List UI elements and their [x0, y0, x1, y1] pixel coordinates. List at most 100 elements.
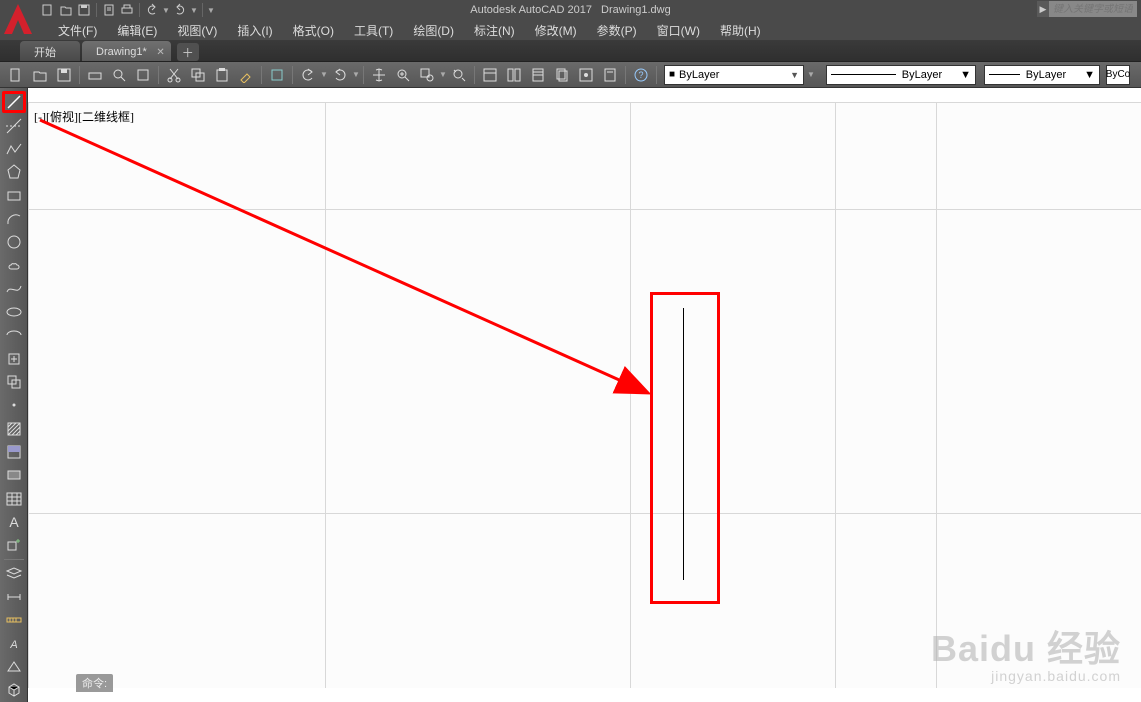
linetype-sample-icon: [831, 74, 896, 75]
draw-toolbar: A A: [0, 88, 28, 702]
layer-manager-tool[interactable]: [2, 563, 26, 584]
match-prop-icon[interactable]: [235, 65, 257, 85]
viewport-label[interactable]: [-][俯视][二维线框]: [34, 108, 134, 125]
pan-icon[interactable]: [368, 65, 390, 85]
ellipse-arc-tool[interactable]: [2, 325, 26, 346]
chevron-down-icon: ▼: [960, 69, 971, 81]
region-tool[interactable]: [2, 465, 26, 486]
menu-window[interactable]: 窗口(W): [647, 20, 710, 41]
spline-tool[interactable]: [2, 278, 26, 299]
undo-icon[interactable]: [297, 65, 319, 85]
redo-dropdown[interactable]: ▼: [190, 6, 198, 15]
measure-tool[interactable]: [2, 610, 26, 631]
layer-color-select[interactable]: ■ ByLayer ▼: [664, 65, 804, 85]
revision-cloud-tool[interactable]: [2, 255, 26, 276]
redo-icon[interactable]: [172, 2, 188, 18]
undo-dropdown[interactable]: ▼: [320, 70, 328, 79]
line-tool[interactable]: [2, 91, 26, 113]
hatch-tool[interactable]: [2, 418, 26, 439]
undo-icon[interactable]: [144, 2, 160, 18]
lineweight-select[interactable]: ByLayer ▼: [984, 65, 1100, 85]
paste-icon[interactable]: [211, 65, 233, 85]
ellipse-tool[interactable]: [2, 302, 26, 323]
plot-icon[interactable]: [84, 65, 106, 85]
insert-block-tool[interactable]: [2, 348, 26, 369]
close-icon[interactable]: ✕: [156, 47, 164, 58]
grid-line: [28, 513, 1141, 514]
copy-icon[interactable]: [187, 65, 209, 85]
color-select-short[interactable]: ByCo: [1106, 65, 1130, 85]
gradient-tool[interactable]: [2, 441, 26, 462]
tab-start[interactable]: 开始: [20, 41, 80, 61]
search-arrow-icon[interactable]: ▶: [1037, 1, 1049, 17]
drawing-canvas[interactable]: [-][俯视][二维线框]: [28, 102, 1141, 688]
drawn-line-object[interactable]: [683, 308, 684, 580]
lineweight-value: ByLayer: [1026, 69, 1066, 81]
dimension-tool[interactable]: [2, 586, 26, 607]
wipeout-tool[interactable]: [2, 656, 26, 677]
mtext-tool[interactable]: A: [2, 511, 26, 532]
menu-draw[interactable]: 绘图(D): [403, 20, 464, 41]
open-icon[interactable]: [58, 2, 74, 18]
menu-format[interactable]: 格式(O): [283, 20, 344, 41]
cut-icon[interactable]: [163, 65, 185, 85]
menu-view[interactable]: 视图(V): [167, 20, 227, 41]
menu-bar: 文件(F) 编辑(E) 视图(V) 插入(I) 格式(O) 工具(T) 绘图(D…: [0, 20, 1141, 40]
plot-icon[interactable]: [119, 2, 135, 18]
zoom-dropdown[interactable]: ▼: [439, 70, 447, 79]
menu-file[interactable]: 文件(F): [48, 20, 107, 41]
text-style-tool[interactable]: A: [2, 633, 26, 654]
help-icon[interactable]: ?: [630, 65, 652, 85]
polyline-tool[interactable]: [2, 138, 26, 159]
zoom-window-icon[interactable]: [416, 65, 438, 85]
menu-tools[interactable]: 工具(T): [344, 20, 403, 41]
preview-icon[interactable]: [108, 65, 130, 85]
make-block-tool[interactable]: [2, 371, 26, 392]
linetype-select[interactable]: ByLayer ▼: [826, 65, 976, 85]
block-editor-icon[interactable]: [266, 65, 288, 85]
search-box[interactable]: ▶: [1037, 1, 1137, 17]
new-sheetset-icon[interactable]: [101, 2, 117, 18]
app-logo[interactable]: [0, 0, 36, 38]
new-icon[interactable]: [5, 65, 27, 85]
command-line-area[interactable]: 命令:: [76, 674, 113, 702]
rectangle-tool[interactable]: [2, 185, 26, 206]
markup-icon[interactable]: [575, 65, 597, 85]
point-tool[interactable]: [2, 395, 26, 416]
table-tool[interactable]: [2, 488, 26, 509]
design-center-icon[interactable]: [503, 65, 525, 85]
save-icon[interactable]: [76, 2, 92, 18]
3d-tool[interactable]: [2, 680, 26, 701]
add-selected-tool[interactable]: [2, 535, 26, 556]
zoom-realtime-icon[interactable]: [392, 65, 414, 85]
redo-icon[interactable]: [329, 65, 351, 85]
quickcalc-icon[interactable]: [599, 65, 621, 85]
properties-icon[interactable]: [479, 65, 501, 85]
undo-dropdown[interactable]: ▼: [162, 6, 170, 15]
separator: [4, 559, 24, 560]
menu-edit[interactable]: 编辑(E): [107, 20, 167, 41]
tab-drawing1[interactable]: Drawing1* ✕: [82, 41, 171, 61]
redo-dropdown[interactable]: ▼: [352, 70, 360, 79]
menu-insert[interactable]: 插入(I): [227, 20, 282, 41]
construction-line-tool[interactable]: [2, 115, 26, 136]
save-icon[interactable]: [53, 65, 75, 85]
menu-modify[interactable]: 修改(M): [525, 20, 587, 41]
polygon-tool[interactable]: [2, 162, 26, 183]
open-icon[interactable]: [29, 65, 51, 85]
zoom-previous-icon[interactable]: [448, 65, 470, 85]
layer-dropdown-extra[interactable]: ▼: [804, 70, 818, 79]
sheetset-icon[interactable]: [551, 65, 573, 85]
new-icon[interactable]: [40, 2, 56, 18]
menu-param[interactable]: 参数(P): [587, 20, 647, 41]
menu-dimension[interactable]: 标注(N): [464, 20, 525, 41]
search-input[interactable]: [1049, 1, 1137, 17]
new-tab-button[interactable]: ＋: [177, 43, 199, 61]
circle-tool[interactable]: [2, 232, 26, 253]
separator: [474, 66, 475, 84]
tool-palette-icon[interactable]: [527, 65, 549, 85]
arc-tool[interactable]: [2, 208, 26, 229]
qat-customize-dropdown[interactable]: ▼: [207, 6, 215, 15]
publish-icon[interactable]: [132, 65, 154, 85]
menu-help[interactable]: 帮助(H): [710, 20, 771, 41]
